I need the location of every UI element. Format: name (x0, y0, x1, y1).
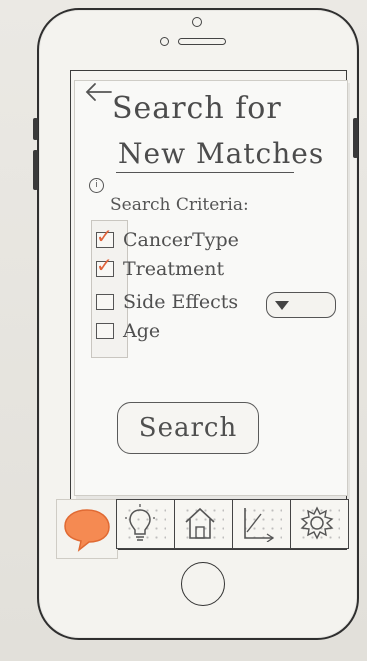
nav-tab-progress[interactable] (233, 500, 291, 548)
info-icon[interactable]: i (89, 178, 104, 193)
back-arrow-icon[interactable] (84, 80, 114, 104)
criteria-item-cancer-type[interactable]: ✓ CancerType (96, 226, 239, 251)
chat-bubble-icon (64, 509, 110, 552)
dropdown-arrow-icon (275, 300, 289, 310)
camera (160, 37, 169, 46)
age-checkbox[interactable] (96, 323, 114, 339)
phone-home-button[interactable] (181, 562, 225, 606)
cancer-type-label: CancerType (123, 229, 239, 251)
nav-tab-chat[interactable] (56, 499, 118, 559)
nav-tab-ideas[interactable] (117, 500, 175, 548)
speaker-grille (178, 38, 226, 45)
treatment-label: Treatment (123, 258, 225, 280)
search-button[interactable]: Search (117, 402, 259, 454)
lightbulb-icon (125, 504, 155, 541)
side-effects-label: Side Effects (123, 291, 239, 313)
sensor-dot (192, 17, 202, 27)
chart-icon (244, 508, 275, 542)
treatment-checkbox[interactable]: ✓ (96, 255, 114, 277)
gear-icon (300, 506, 334, 540)
criteria-item-side-effects[interactable]: Side Effects (96, 291, 238, 313)
volume-button (33, 118, 38, 140)
page-subtitle: New Matches (118, 137, 325, 170)
search-criteria-label: Search Criteria: (110, 195, 249, 215)
cancer-type-checkbox[interactable]: ✓ (96, 226, 114, 248)
criteria-item-age[interactable]: Age (96, 320, 160, 342)
check-mark-icon: ✓ (96, 224, 113, 248)
volume-button (33, 150, 38, 190)
side-effects-checkbox[interactable] (96, 294, 114, 310)
title-underline (116, 172, 294, 173)
age-label: Age (123, 320, 161, 342)
check-mark-icon: ✓ (96, 253, 113, 277)
criteria-item-treatment[interactable]: ✓ Treatment (96, 255, 225, 280)
nav-tab-home[interactable] (175, 500, 233, 548)
page-title: Search for (112, 91, 282, 126)
bottom-nav (116, 499, 349, 549)
nav-tab-settings[interactable] (291, 500, 348, 548)
home-icon (185, 507, 215, 539)
power-button (353, 118, 358, 158)
side-effects-dropdown[interactable] (266, 292, 336, 318)
